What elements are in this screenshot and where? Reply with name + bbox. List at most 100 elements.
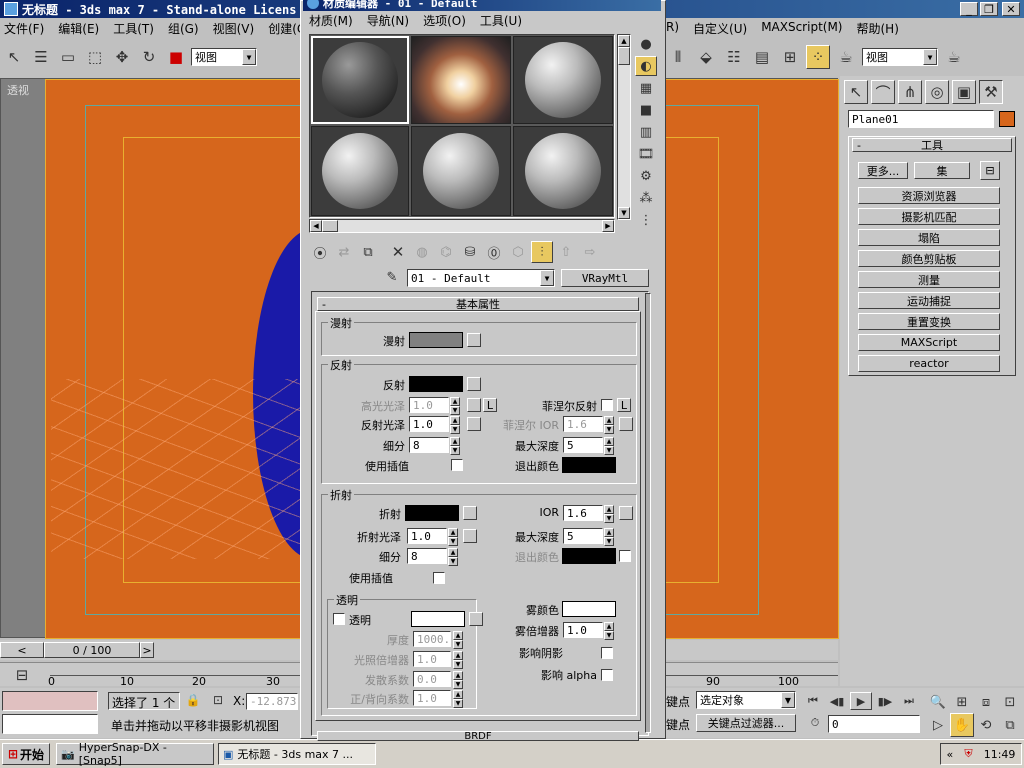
- mirror-icon[interactable]: ⫴: [666, 45, 690, 69]
- pan-hand-icon[interactable]: ✋: [950, 713, 974, 737]
- refl-max-depth-field[interactable]: 5: [563, 437, 603, 453]
- backlight-icon[interactable]: ◐: [635, 56, 657, 76]
- reflect-map-button[interactable]: [467, 377, 481, 391]
- configure-sets-icon[interactable]: ⊟: [980, 161, 1000, 180]
- close-button[interactable]: ✕: [1002, 2, 1020, 16]
- refr-use-interp-checkbox[interactable]: [433, 572, 445, 584]
- refr-max-depth-spinner[interactable]: ▲ ▼: [604, 528, 614, 546]
- sample-slot-2[interactable]: [411, 36, 511, 124]
- reference-coord-dropdown[interactable]: 视图 ▼: [191, 48, 257, 66]
- selection-set-dropdown[interactable]: 选定对象 ▼: [696, 691, 796, 709]
- refl-gloss-spinner[interactable]: ▲ ▼: [450, 416, 460, 434]
- lock-selection-icon[interactable]: 🔒: [184, 690, 202, 710]
- options-icon[interactable]: ⚙: [635, 166, 657, 186]
- go-to-parent-icon[interactable]: ⇧: [555, 241, 577, 263]
- background-checker-icon[interactable]: ▦: [635, 78, 657, 98]
- diffuse-map-button[interactable]: [467, 333, 481, 347]
- render-type-dropdown[interactable]: 视图 ▼: [862, 48, 938, 66]
- prev-frame-icon[interactable]: ◀▮: [826, 692, 848, 710]
- refr-ior-map-button[interactable]: [619, 506, 633, 520]
- refract-color-swatch[interactable]: [405, 505, 459, 521]
- maxscript-listener-pink[interactable]: [2, 691, 98, 711]
- material-effects-channel-icon[interactable]: ⓪: [483, 241, 505, 263]
- material-name-field[interactable]: 01 - Default ▼: [407, 269, 555, 287]
- material-navigator-icon[interactable]: ⋮: [635, 210, 657, 230]
- hilight-lock-button[interactable]: L: [483, 398, 497, 412]
- hilight-gloss-map-button[interactable]: [467, 398, 481, 412]
- thickness-spinner[interactable]: ▲ ▼: [453, 631, 463, 649]
- video-color-check-icon[interactable]: ▥: [635, 122, 657, 142]
- menu-utilities[interactable]: 工具(U): [480, 12, 522, 29]
- play-icon[interactable]: ▶: [850, 692, 872, 710]
- layer-icon[interactable]: ☷: [722, 45, 746, 69]
- affect-shadows-checkbox[interactable]: [601, 647, 613, 659]
- hscroll-thumb[interactable]: [322, 220, 338, 232]
- modify-tab-icon[interactable]: ⌒: [871, 80, 895, 104]
- align-icon[interactable]: ⬙: [694, 45, 718, 69]
- refr-gloss-spinner[interactable]: ▲ ▼: [448, 528, 458, 546]
- time-slider-thumb[interactable]: 0 / 100: [44, 642, 140, 658]
- light-mult-field[interactable]: 1.0: [413, 651, 451, 667]
- menu-file[interactable]: 文件(F): [4, 20, 44, 37]
- refract-map-button[interactable]: [463, 506, 477, 520]
- menu-rendering[interactable]: R): [666, 20, 679, 37]
- security-shield-icon[interactable]: ⛨: [964, 747, 972, 761]
- fresnel-ior-map-button[interactable]: [619, 417, 633, 431]
- prev-frame-button[interactable]: <: [0, 642, 44, 658]
- quick-render-icon[interactable]: ☕: [942, 45, 966, 69]
- menu-tools[interactable]: 工具(T): [113, 20, 154, 37]
- make-copy-icon[interactable]: ◍: [411, 241, 433, 263]
- vscroll-thumb[interactable]: [618, 47, 630, 65]
- refr-max-depth-field[interactable]: 5: [563, 528, 603, 544]
- scroll-left-icon[interactable]: ◀: [310, 220, 322, 232]
- thickness-field[interactable]: 1000.0: [413, 631, 451, 647]
- refr-gloss-map-button[interactable]: [463, 529, 477, 543]
- collapse-button[interactable]: 塌陷: [858, 229, 1000, 246]
- show-map-in-viewport-icon[interactable]: ⬡: [507, 241, 529, 263]
- hilight-gloss-spinner[interactable]: ▲ ▼: [450, 397, 460, 415]
- tray-chevron-icon[interactable]: «: [947, 748, 954, 761]
- translucency-checkbox[interactable]: [333, 613, 345, 625]
- asset-browser-button[interactable]: 资源浏览器: [858, 187, 1000, 204]
- scroll-up-icon[interactable]: ▲: [618, 35, 630, 47]
- move-icon[interactable]: ✥: [110, 45, 134, 69]
- select-arrow-icon[interactable]: ↖: [2, 45, 26, 69]
- motion-tab-icon[interactable]: ◎: [925, 80, 949, 104]
- utilities-rollout-header[interactable]: - 工具: [852, 138, 1012, 152]
- pick-material-eyedropper-icon[interactable]: ✎: [381, 267, 403, 287]
- sample-type-icon[interactable]: ●: [635, 34, 657, 54]
- put-to-scene-icon[interactable]: ⇄: [333, 241, 355, 263]
- color-clipboard-button[interactable]: 颜色剪贴板: [858, 250, 1000, 267]
- refl-subdivs-spinner[interactable]: ▲ ▼: [450, 437, 460, 455]
- taskbar-hypersnap[interactable]: 📷 HyperSnap-DX - [Snap5]: [56, 741, 214, 767]
- refl-subdivs-field[interactable]: 8: [409, 437, 449, 453]
- go-forward-sibling-icon[interactable]: ⇨: [579, 241, 601, 263]
- make-preview-icon[interactable]: 🎞: [635, 144, 657, 164]
- schematic-icon[interactable]: ⊞: [778, 45, 802, 69]
- zoom-extents-all-icon[interactable]: ⊡: [998, 690, 1022, 714]
- more-button[interactable]: 更多...: [858, 162, 908, 179]
- refr-subdivs-field[interactable]: 8: [407, 548, 447, 564]
- material-type-button[interactable]: VRayMtl: [561, 269, 649, 287]
- get-material-icon[interactable]: ⦿: [309, 241, 331, 263]
- sample-slot-4[interactable]: [311, 126, 409, 216]
- rotate-icon[interactable]: ↻: [137, 45, 161, 69]
- go-to-start-icon[interactable]: ⏮: [802, 692, 824, 710]
- menu-views[interactable]: 视图(V): [213, 20, 255, 37]
- rect-select-icon[interactable]: ▭: [56, 45, 80, 69]
- scatter-coeff-spinner[interactable]: ▲ ▼: [453, 671, 463, 689]
- sample-slot-3[interactable]: [513, 36, 613, 124]
- menu-material[interactable]: 材质(M): [309, 12, 353, 29]
- minimize-button[interactable]: _: [960, 2, 978, 16]
- create-tab-icon[interactable]: ↖: [844, 80, 868, 104]
- refl-use-interp-checkbox[interactable]: [451, 459, 463, 471]
- zoom-extents-icon[interactable]: ⧈: [974, 690, 998, 714]
- menu-options[interactable]: 选项(O): [423, 12, 466, 29]
- put-to-library-icon[interactable]: ⛁: [459, 241, 481, 263]
- menu-edit[interactable]: 编辑(E): [58, 20, 99, 37]
- select-region-icon[interactable]: ⬚: [83, 45, 107, 69]
- menu-navigation[interactable]: 导航(N): [367, 12, 409, 29]
- hilight-gloss-field[interactable]: 1.0: [409, 397, 449, 413]
- scroll-down-icon[interactable]: ▼: [618, 207, 630, 219]
- restore-button[interactable]: ❐: [980, 2, 998, 16]
